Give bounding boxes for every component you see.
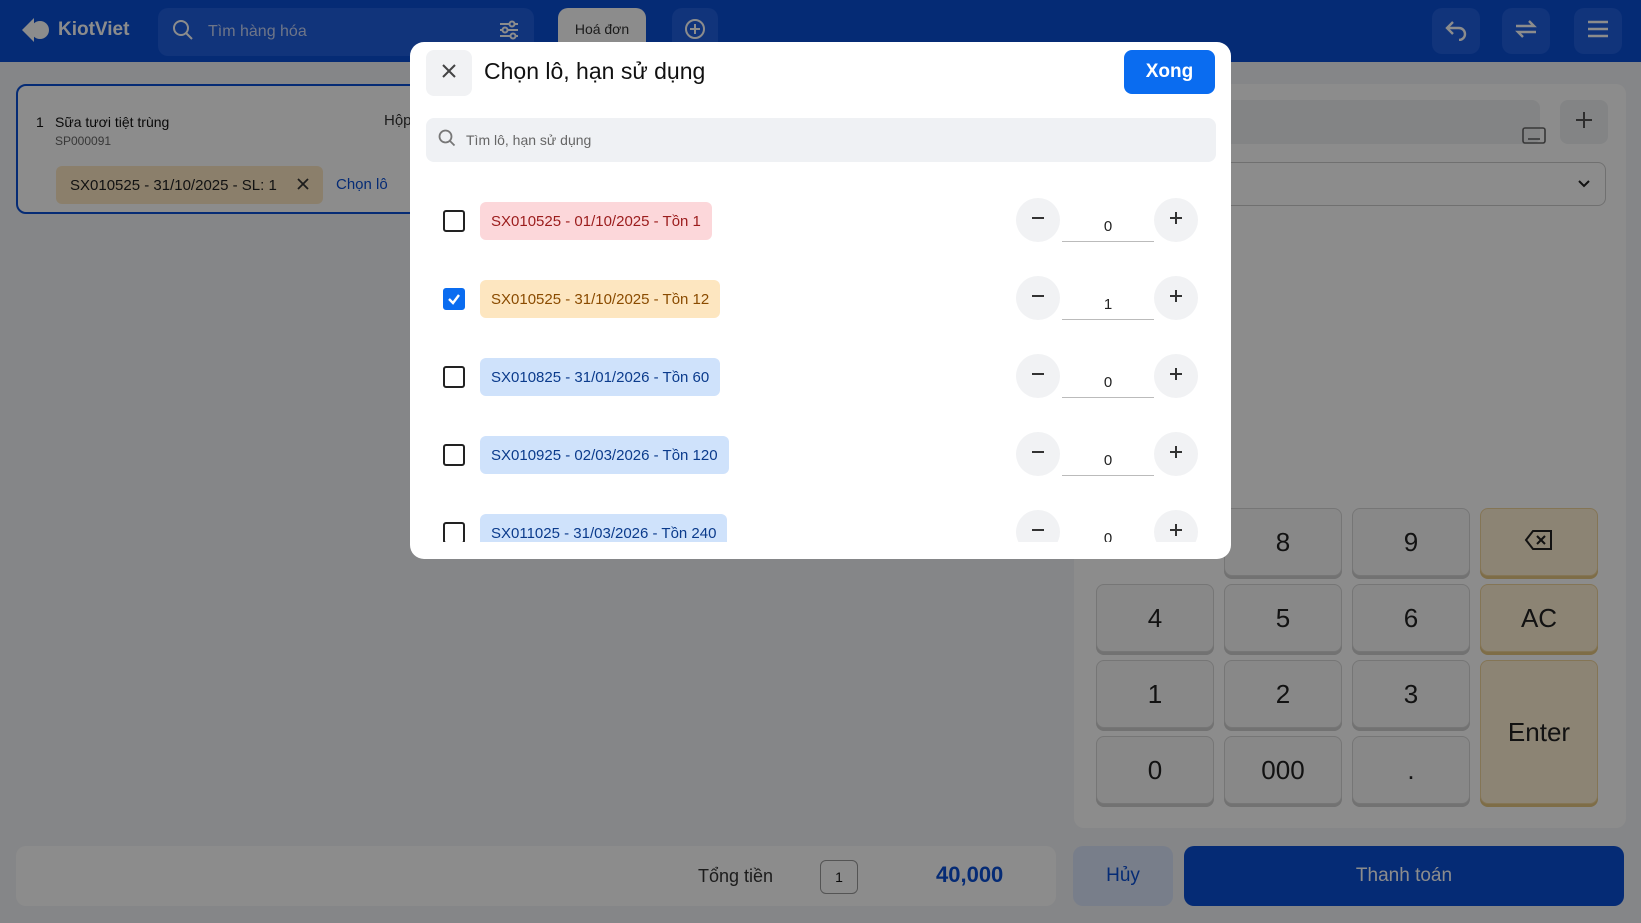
decrease-button[interactable]: [1016, 510, 1060, 542]
minus-icon: [1030, 210, 1046, 231]
lot-checkbox[interactable]: [443, 444, 465, 466]
lot-checkbox[interactable]: [443, 522, 465, 542]
lot-list: SX010525 - 01/10/2025 - Tồn 1 0 SX010525…: [410, 192, 1231, 542]
checkmark-icon: [448, 294, 460, 305]
search-icon: [438, 129, 456, 152]
lot-label: SX011025 - 31/03/2026 - Tồn 240: [480, 514, 728, 542]
lot-picker-modal: Chọn lô, hạn sử dụng Xong SX010525 - 01/…: [410, 42, 1231, 559]
decrease-button[interactable]: [1016, 198, 1060, 242]
lot-label: SX010825 - 31/01/2026 - Tồn 60: [480, 358, 721, 396]
lot-label: SX010525 - 31/10/2025 - Tồn 12: [480, 280, 721, 318]
close-icon: [441, 63, 457, 84]
lot-search[interactable]: [426, 118, 1216, 162]
lot-row: SX010525 - 31/10/2025 - Tồn 12 1: [410, 270, 1231, 330]
minus-icon: [1030, 444, 1046, 465]
lot-row: SX010825 - 31/01/2026 - Tồn 60 0: [410, 348, 1231, 408]
lot-quantity-input[interactable]: 1: [1062, 282, 1154, 320]
decrease-button[interactable]: [1016, 276, 1060, 320]
close-button[interactable]: [426, 50, 472, 96]
increase-button[interactable]: [1154, 354, 1198, 398]
lot-label: SX010925 - 02/03/2026 - Tồn 120: [480, 436, 729, 474]
lot-search-input[interactable]: [466, 132, 1204, 148]
lot-row: SX010925 - 02/03/2026 - Tồn 120 0: [410, 426, 1231, 486]
lot-checkbox[interactable]: [443, 288, 465, 310]
increase-button[interactable]: [1154, 432, 1198, 476]
lot-quantity-input[interactable]: 0: [1062, 204, 1154, 242]
increase-button[interactable]: [1154, 276, 1198, 320]
lot-quantity-input[interactable]: 0: [1062, 516, 1154, 542]
increase-button[interactable]: [1154, 510, 1198, 542]
lot-row: SX010525 - 01/10/2025 - Tồn 1 0: [410, 192, 1231, 252]
done-button[interactable]: Xong: [1124, 50, 1215, 94]
lot-quantity-input[interactable]: 0: [1062, 360, 1154, 398]
modal-title: Chọn lô, hạn sử dụng: [484, 58, 706, 84]
minus-icon: [1030, 366, 1046, 387]
minus-icon: [1030, 522, 1046, 543]
lot-checkbox[interactable]: [443, 366, 465, 388]
minus-icon: [1030, 288, 1046, 309]
plus-icon: [1168, 210, 1184, 231]
lot-label: SX010525 - 01/10/2025 - Tồn 1: [480, 202, 712, 240]
plus-icon: [1168, 366, 1184, 387]
lot-quantity-input[interactable]: 0: [1062, 438, 1154, 476]
lot-checkbox[interactable]: [443, 210, 465, 232]
increase-button[interactable]: [1154, 198, 1198, 242]
plus-icon: [1168, 444, 1184, 465]
lot-row: SX011025 - 31/03/2026 - Tồn 240 0: [410, 504, 1231, 542]
plus-icon: [1168, 522, 1184, 543]
plus-icon: [1168, 288, 1184, 309]
decrease-button[interactable]: [1016, 432, 1060, 476]
decrease-button[interactable]: [1016, 354, 1060, 398]
